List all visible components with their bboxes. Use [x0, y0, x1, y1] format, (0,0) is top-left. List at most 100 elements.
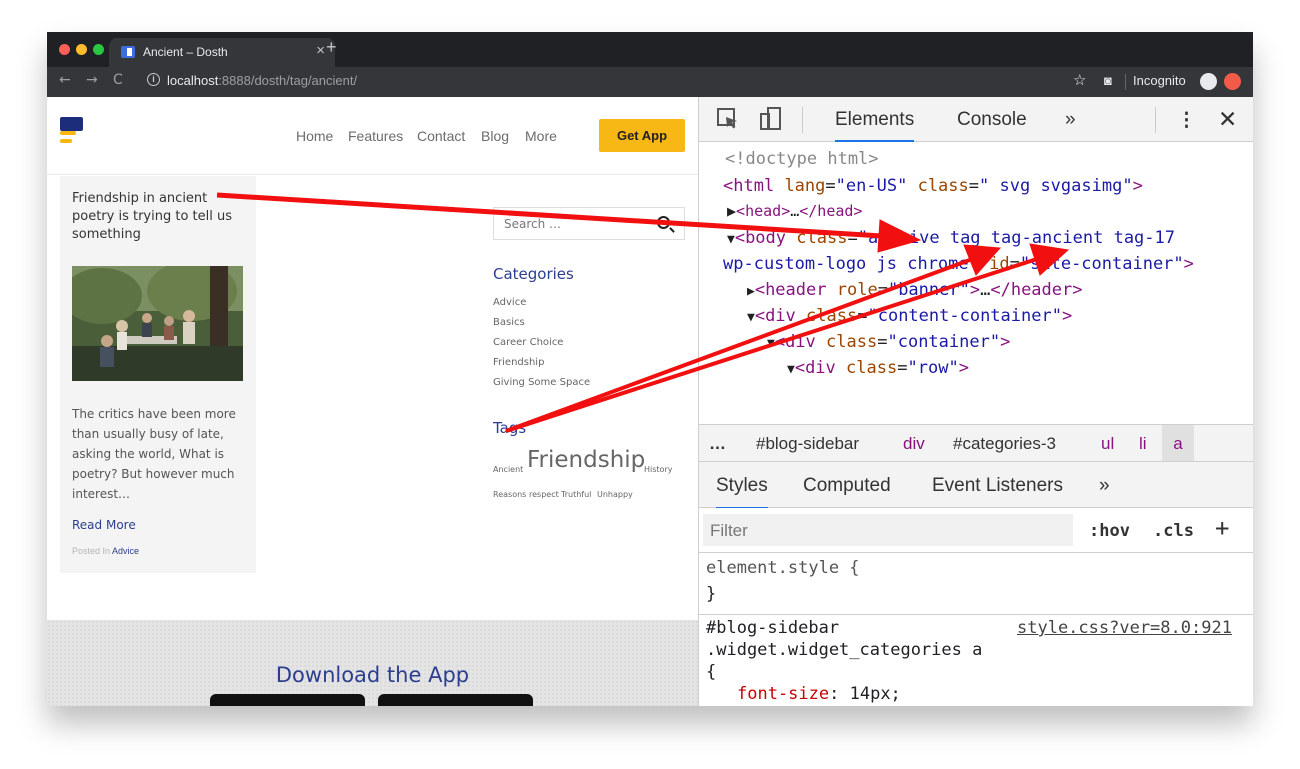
back-arrow-icon[interactable]: ← — [59, 72, 71, 88]
cls-toggle[interactable]: .cls — [1153, 521, 1194, 541]
posted-in-category-link[interactable]: Advice — [112, 546, 139, 556]
tab-close-icon[interactable]: × — [316, 42, 325, 59]
category-giving-some-space[interactable]: Giving Some Space — [493, 377, 590, 388]
dom-div-content[interactable]: ▼<div class="content-container"> — [747, 306, 1072, 326]
kebab-menu-icon[interactable]: ⋮ — [1177, 109, 1196, 132]
rule-selector-line-1[interactable]: #blog-sidebar — [706, 618, 839, 638]
minimize-window-button[interactable] — [76, 44, 87, 55]
tab-event-listeners[interactable]: Event Listeners — [932, 475, 1063, 497]
close-window-button[interactable] — [59, 44, 70, 55]
category-career-choice[interactable]: Career Choice — [493, 337, 563, 348]
nav-home[interactable]: Home — [296, 128, 333, 144]
breadcrumb-blog-sidebar[interactable]: #blog-sidebar — [756, 434, 859, 454]
tag-respect[interactable]: respect — [529, 490, 559, 499]
app-store-button[interactable] — [210, 694, 365, 706]
dom-div-row[interactable]: ▼<div class="row"> — [787, 358, 969, 378]
rule-source-link[interactable]: style.css?ver=8.0:921 — [1017, 618, 1232, 638]
camera-icon[interactable]: ◙ — [1104, 73, 1112, 88]
browser-window: Ancient – Dosth × + ← → C i localhost:88… — [47, 32, 1253, 706]
update-icon[interactable] — [1224, 73, 1241, 90]
more-tabs-button[interactable]: » — [1065, 109, 1076, 131]
browser-toolbar: ← → C i localhost:8888/dosth/tag/ancient… — [47, 67, 1253, 97]
styles-filter-bar: Filter :hov .cls + — [699, 508, 1253, 553]
breadcrumb-div[interactable]: div — [903, 434, 925, 454]
dom-doctype[interactable]: <!doctype html> — [725, 149, 879, 169]
bookmark-star-icon[interactable]: ☆ — [1073, 71, 1086, 89]
get-app-button[interactable]: Get App — [599, 119, 685, 152]
nav-blog[interactable]: Blog — [481, 128, 509, 144]
tab-elements[interactable]: Elements — [835, 109, 915, 142]
tab-styles[interactable]: Styles — [716, 475, 768, 509]
dom-breadcrumb: … #blog-sidebar div #categories-3 ul li … — [699, 424, 1253, 462]
inspect-element-icon[interactable] — [716, 107, 740, 131]
incognito-icon[interactable] — [1200, 73, 1217, 90]
close-devtools-icon[interactable]: ✕ — [1218, 106, 1237, 133]
rule-declaration[interactable]: font-size: 14px; — [737, 684, 901, 704]
styles-more-tabs-button[interactable]: » — [1099, 475, 1110, 497]
search-icon[interactable] — [657, 216, 670, 229]
incognito-label: Incognito — [1133, 73, 1186, 88]
rule-selector-line-2[interactable]: .widget.widget_categories a — [706, 640, 982, 660]
new-tab-button[interactable]: + — [326, 37, 337, 58]
hov-toggle[interactable]: :hov — [1089, 521, 1130, 541]
title-bar: Ancient – Dosth × + — [47, 32, 1253, 67]
posted-in: Posted In Advice — [72, 546, 140, 556]
search-placeholder: Search … — [504, 217, 562, 231]
breadcrumb-li[interactable]: li — [1139, 434, 1147, 454]
toolbar-divider — [1125, 74, 1126, 90]
dom-html[interactable]: <html lang="en-US" class=" svg svgasimg"… — [723, 176, 1143, 196]
tab-console[interactable]: Console — [957, 109, 1027, 131]
address-bar[interactable]: i localhost:8888/dosth/tag/ancient/ — [143, 70, 1083, 94]
forward-arrow-icon[interactable]: → — [86, 72, 98, 88]
post-excerpt: The critics have been more than usually … — [72, 407, 236, 501]
breadcrumb-a[interactable]: a — [1162, 425, 1194, 461]
styles-tab-bar: Styles Computed Event Listeners » — [699, 462, 1253, 509]
tab-computed[interactable]: Computed — [803, 475, 891, 497]
device-toolbar-icon[interactable] — [759, 106, 783, 132]
element-style-close: } — [706, 584, 717, 604]
reload-icon[interactable]: C — [113, 72, 123, 88]
dom-head[interactable]: ▶<head>…</head> — [727, 202, 862, 220]
tag-reasons[interactable]: Reasons — [493, 490, 526, 499]
breadcrumb-categories[interactable]: #categories-3 — [953, 434, 1056, 454]
element-style-rule[interactable]: element.style { — [706, 558, 860, 578]
url-text: localhost:8888/dosth/tag/ancient/ — [167, 73, 358, 88]
category-basics[interactable]: Basics — [493, 317, 525, 328]
tag-unhappy[interactable]: Unhappy — [597, 490, 633, 499]
new-style-rule-button[interactable]: + — [1215, 514, 1229, 542]
post-image[interactable] — [72, 266, 243, 381]
browser-tab[interactable]: Ancient – Dosth × — [109, 38, 335, 67]
tag-friendship[interactable]: Friendship — [527, 447, 645, 473]
dom-div-container[interactable]: ▼<div class="container"> — [767, 332, 1010, 352]
post-card: Friendship in ancient poetry is trying t… — [60, 176, 256, 573]
play-store-button[interactable] — [378, 694, 533, 706]
post-photo — [72, 266, 243, 381]
nav-contact[interactable]: Contact — [417, 128, 465, 144]
search-input[interactable]: Search … — [493, 207, 685, 240]
rule-open-brace: { — [706, 662, 717, 682]
tags-heading: Tags — [493, 419, 527, 437]
tag-truthful[interactable]: Truthful — [561, 490, 591, 499]
devtools-tab-bar: Elements Console » ⋮ ✕ — [699, 97, 1253, 142]
tag-history[interactable]: History — [644, 465, 672, 474]
category-friendship[interactable]: Friendship — [493, 357, 544, 368]
category-advice[interactable]: Advice — [493, 297, 526, 308]
nav-features[interactable]: Features — [348, 128, 403, 144]
website-viewport: Home Features Contact Blog More Get App … — [47, 97, 698, 706]
breadcrumb-ellipsis[interactable]: … — [709, 434, 726, 454]
maximize-window-button[interactable] — [93, 44, 104, 55]
tag-ancient[interactable]: Ancient — [493, 465, 523, 474]
dom-body-cont[interactable]: wp-custom-logo js chrome" id="site-conta… — [723, 254, 1194, 274]
info-icon[interactable]: i — [147, 73, 160, 86]
post-title[interactable]: Friendship in ancient poetry is trying t… — [72, 190, 252, 244]
breadcrumb-ul[interactable]: ul — [1101, 434, 1114, 454]
styles-filter-input[interactable]: Filter — [703, 514, 1073, 546]
tab-title: Ancient – Dosth — [143, 45, 228, 59]
download-title: Download the App — [275, 663, 470, 687]
site-favicon-icon — [121, 46, 135, 58]
categories-heading: Categories — [493, 265, 574, 283]
nav-more[interactable]: More — [525, 128, 557, 144]
dom-body[interactable]: ▼<body class="archive tag tag-ancient ta… — [727, 228, 1175, 248]
read-more-link[interactable]: Read More — [72, 518, 136, 532]
dom-header[interactable]: ▶<header role="banner">…</header> — [747, 280, 1082, 300]
